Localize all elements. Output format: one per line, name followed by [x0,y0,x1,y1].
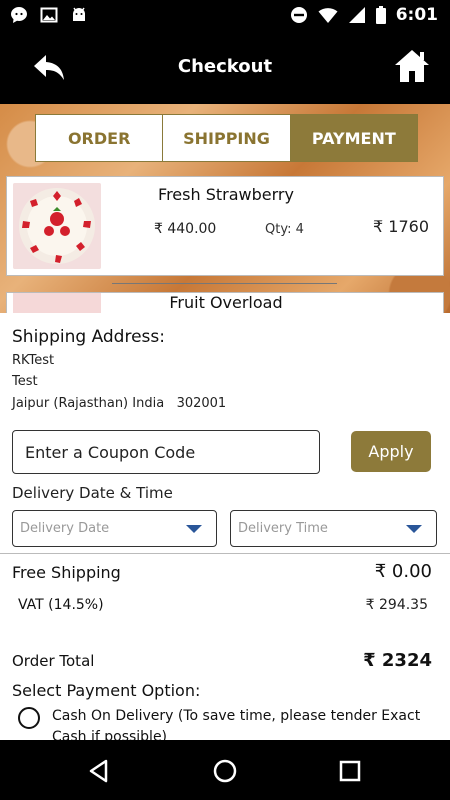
apply-coupon-button[interactable]: Apply [351,431,431,472]
status-bar: 6:01 [0,0,450,34]
coupon-code-input[interactable] [12,430,320,474]
vat-value: ₹ 294.35 [365,597,428,613]
home-circle-icon[interactable] [212,758,238,784]
payment-option-heading: Select Payment Option: [12,681,201,700]
tab-shipping[interactable]: SHIPPING [163,115,291,161]
page-title: Checkout [177,56,273,77]
product-quantity: Qty: 4 [265,222,304,237]
item-divider [112,283,337,284]
checkout-steps-tabs: ORDER SHIPPING PAYMENT [35,114,418,162]
battery-icon [375,6,386,24]
address-line: Jaipur (Rajasthan) India 302001 [12,396,227,411]
chevron-down-icon [186,525,202,533]
wifi-icon [318,8,338,23]
tab-order[interactable]: ORDER [36,115,164,161]
back-triangle-icon[interactable] [86,758,112,784]
delivery-time-placeholder: Delivery Time [238,521,328,536]
tab-payment[interactable]: PAYMENT [290,115,417,161]
product-name: Fresh Strawberry [158,185,294,204]
chevron-down-icon [406,525,422,533]
section-divider [0,553,450,554]
image-icon [40,7,58,23]
shipping-address-heading: Shipping Address: [12,327,165,347]
product-name: Fruit Overload [169,293,283,312]
clock: 6:01 [395,5,438,25]
signal-icon [348,7,365,23]
product-total: ₹ 1760 [373,217,429,236]
android-icon [73,7,85,21]
app-bar: Checkout [0,34,450,104]
order-total-value: ₹ 2324 [363,650,432,671]
address-line: RKTest [12,353,55,368]
delivery-time-select[interactable]: Delivery Time [230,510,437,547]
home-icon[interactable] [394,48,430,84]
cart-item: Fresh Strawberry ₹ 440.00 Qty: 4 ₹ 1760 [6,176,444,276]
cash-on-delivery-radio[interactable] [18,707,40,729]
delivery-date-select[interactable]: Delivery Date [12,510,217,547]
cart-item: Fruit Overload [6,292,444,313]
cart-hero-section: ORDER SHIPPING PAYMENT Fresh Strawberry … [0,104,450,313]
do-not-disturb-icon [290,7,307,23]
recents-square-icon[interactable] [337,758,363,784]
delivery-date-placeholder: Delivery Date [20,521,110,536]
delivery-date-time-label: Delivery Date & Time [12,484,173,502]
chat-bubble-icon [11,7,27,23]
system-nav-bar [0,740,450,800]
shipping-charge-label: Free Shipping [12,563,121,582]
vat-label: VAT (14.5%) [18,597,104,613]
product-price: ₹ 440.00 [154,221,217,237]
address-line: Test [12,374,38,389]
order-total-label: Order Total [12,652,95,670]
shipping-charge-value: ₹ 0.00 [374,561,432,582]
